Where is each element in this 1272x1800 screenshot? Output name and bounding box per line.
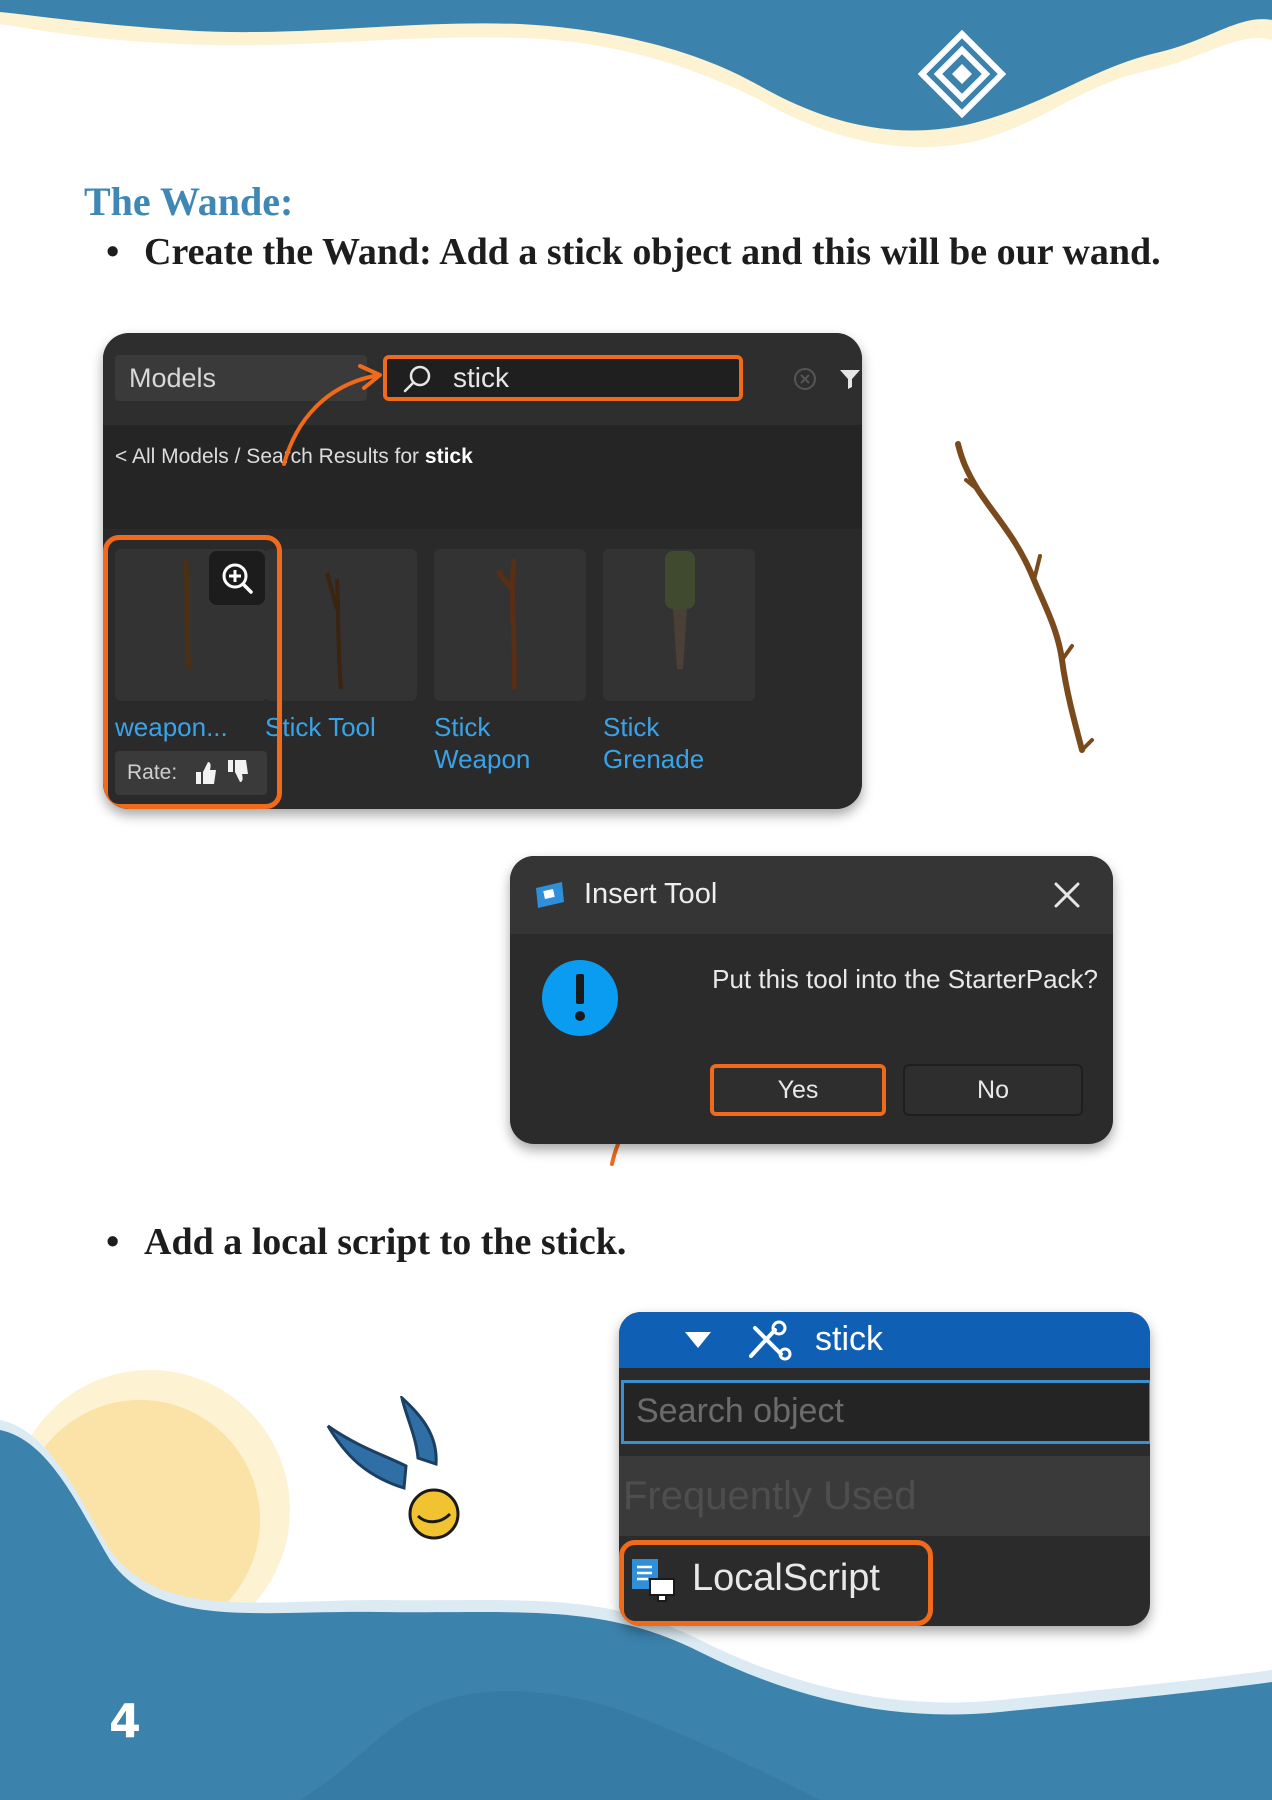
bullet-marker: • xyxy=(106,1221,120,1263)
caret-down-icon[interactable] xyxy=(683,1330,713,1350)
stick-thumbnail xyxy=(325,572,343,690)
localscript-label: LocalScript xyxy=(692,1557,880,1599)
dialog-message: Put this tool into the StarterPack? xyxy=(712,964,1098,994)
grenade-thumbnail xyxy=(665,551,695,669)
tool-icon xyxy=(749,1320,792,1361)
section-title: The Wande: xyxy=(84,179,294,224)
bullet-marker: • xyxy=(106,231,120,273)
dialog-title: Insert Tool xyxy=(584,878,718,910)
result-thumbnail xyxy=(434,549,586,701)
localscript-item[interactable]: LocalScript xyxy=(619,1540,933,1626)
arrow-to-search xyxy=(282,364,382,466)
no-button[interactable]: No xyxy=(903,1064,1083,1116)
clear-icon[interactable] xyxy=(793,367,817,391)
object-name: stick xyxy=(815,1320,883,1358)
result-thumbnail xyxy=(265,549,417,701)
bullet-create-wand: • Create the Wand: Add a stick object an… xyxy=(106,228,1176,328)
result-card[interactable]: Stick Weapon xyxy=(434,549,586,775)
search-input[interactable]: stick xyxy=(383,355,743,401)
toolbox-topbar: Models stick xyxy=(103,333,862,425)
search-object-input[interactable]: Search object xyxy=(621,1380,1150,1444)
stick-thumbnail xyxy=(495,558,517,690)
result-name: Stick Grenade xyxy=(603,712,705,774)
bullet-text: Add a local script to the stick. xyxy=(144,1221,627,1263)
result-card[interactable]: Stick Tool xyxy=(265,549,417,743)
filter-icon[interactable] xyxy=(838,367,862,391)
bullet-add-script: • Add a local script to the stick. xyxy=(106,1218,906,1270)
alert-icon xyxy=(542,960,618,1036)
search-value: stick xyxy=(453,362,509,393)
stick-image xyxy=(955,441,1094,753)
top-wave-decoration xyxy=(0,0,1272,148)
selected-result-highlight xyxy=(103,535,282,809)
bullet-text: Create the Wand: Add a stick object and … xyxy=(144,231,1161,273)
frequently-used-header: Frequently Used xyxy=(619,1456,1150,1536)
insert-object-panel: stick Search object Frequently Used Loca… xyxy=(619,1312,1150,1626)
result-name: Stick Weapon xyxy=(434,712,531,774)
insert-tool-dialog: Insert Tool Put this tool into the Start… xyxy=(510,856,1113,1144)
search-icon xyxy=(403,365,431,393)
result-card[interactable]: Stick Grenade xyxy=(603,549,755,775)
breadcrumb-query: stick xyxy=(424,445,473,468)
yes-button[interactable]: Yes xyxy=(710,1064,886,1116)
result-thumbnail xyxy=(603,549,755,701)
page-number: 4 xyxy=(109,1694,142,1748)
golden-snitch-image xyxy=(326,1396,460,1540)
toolbox-panel: Models stick < All Models / Search Resul… xyxy=(103,333,862,809)
result-name: Stick Tool xyxy=(265,712,376,742)
logo-icon xyxy=(918,30,1006,118)
local-script-icon xyxy=(632,1559,675,1602)
studio-icon xyxy=(536,882,564,908)
close-icon[interactable] xyxy=(1052,880,1082,910)
results-header xyxy=(103,425,862,529)
explorer-header[interactable]: stick xyxy=(619,1312,1150,1368)
